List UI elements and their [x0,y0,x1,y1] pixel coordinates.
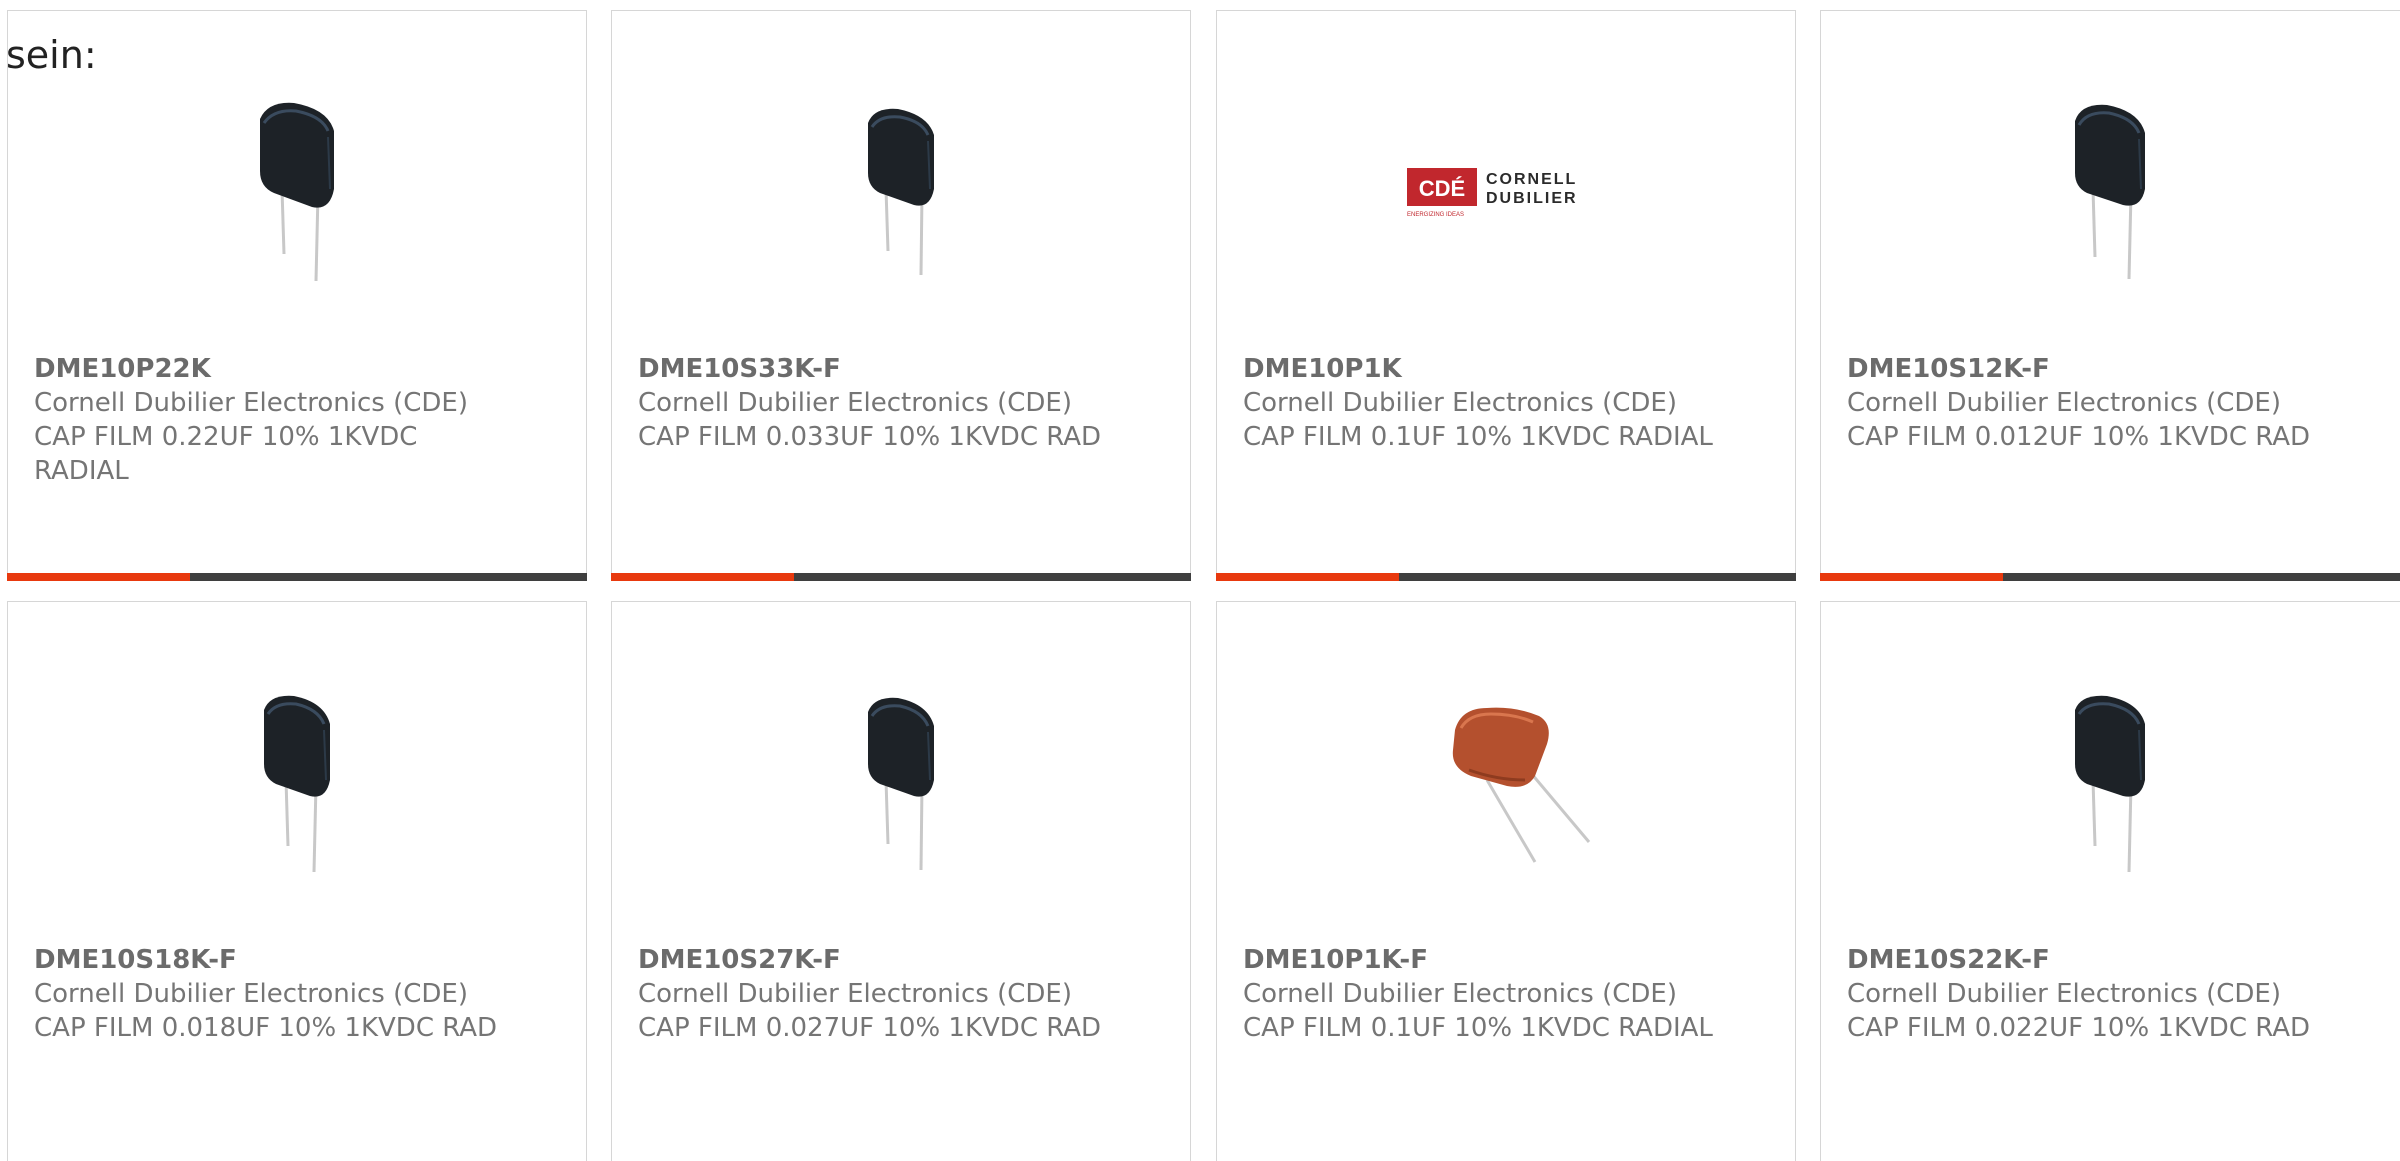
product-info: DME10P1K-F Cornell Dubilier Electronics … [1243,943,1713,1045]
card-footer-bar [1820,573,2400,581]
manufacturer-name: Cornell Dubilier Electronics (CDE) [1847,388,2281,418]
product-description: CAP FILM 0.1UF 10% 1KVDC RADIAL [1243,422,1713,452]
product-card[interactable]: DME10P22K Cornell Dubilier Electronics (… [7,10,587,581]
part-number-link[interactable]: DME10S18K-F [34,943,504,977]
card-accent-bar [611,573,794,581]
card-accent-bar [1820,573,2003,581]
product-info: DME10S27K-F Cornell Dubilier Electronics… [638,943,1108,1045]
manufacturer-name: Cornell Dubilier Electronics (CDE) [1847,979,2281,1009]
product-grid-page: sein: DME10P22K Cornell Dubilier Electro… [0,0,2400,1161]
black-film-capacitor-icon[interactable] [799,677,1005,883]
card-footer-bar [611,573,1191,581]
part-number-link[interactable]: DME10S22K-F [1847,943,2317,977]
black-film-capacitor-icon[interactable] [2008,86,2214,292]
product-description: CAP FILM 0.022UF 10% 1KVDC RAD [1847,1013,2311,1043]
manufacturer-name: Cornell Dubilier Electronics (CDE) [638,979,1072,1009]
card-footer-bar [1216,573,1796,581]
product-card[interactable]: CDÉ ENERGIZING IDEAS CORNELL DUBILIER DM… [1216,10,1796,581]
orange-film-capacitor-icon[interactable] [1404,677,1610,883]
part-number-link[interactable]: DME10S33K-F [638,352,1108,386]
product-description: CAP FILM 0.22UF 10% 1KVDC RADIAL [34,422,418,486]
product-card[interactable]: DME10S22K-F Cornell Dubilier Electronics… [1820,601,2400,1161]
product-info: DME10S33K-F Cornell Dubilier Electronics… [638,352,1108,454]
card-footer-bar [7,573,587,581]
logo-tagline: ENERGIZING IDEAS [1407,212,1464,218]
black-film-capacitor-icon[interactable] [195,677,401,883]
part-number-link[interactable]: DME10P22K [34,352,504,386]
product-info: DME10P1K Cornell Dubilier Electronics (C… [1243,352,1713,454]
logo-word-2: DUBILIER [1486,190,1578,207]
cde-logo-icon[interactable]: CDÉ ENERGIZING IDEAS CORNELL DUBILIER [1404,86,1610,292]
product-info: DME10P22K Cornell Dubilier Electronics (… [34,352,504,488]
manufacturer-name: Cornell Dubilier Electronics (CDE) [34,979,468,1009]
product-card[interactable]: DME10S18K-F Cornell Dubilier Electronics… [7,601,587,1161]
card-accent-bar [7,573,190,581]
product-card[interactable]: DME10S12K-F Cornell Dubilier Electronics… [1820,10,2400,581]
card-accent-bar [1216,573,1399,581]
product-description: CAP FILM 0.027UF 10% 1KVDC RAD [638,1013,1102,1043]
product-info: DME10S22K-F Cornell Dubilier Electronics… [1847,943,2317,1045]
product-card[interactable]: DME10S27K-F Cornell Dubilier Electronics… [611,601,1191,1161]
manufacturer-name: Cornell Dubilier Electronics (CDE) [1243,979,1677,1009]
logo-word-1: CORNELL [1486,171,1577,188]
product-info: DME10S18K-F Cornell Dubilier Electronics… [34,943,504,1045]
product-info: DME10S12K-F Cornell Dubilier Electronics… [1847,352,2317,454]
manufacturer-name: Cornell Dubilier Electronics (CDE) [34,388,468,418]
product-description: CAP FILM 0.012UF 10% 1KVDC RAD [1847,422,2311,452]
black-film-capacitor-icon[interactable] [195,86,401,292]
part-number-link[interactable]: DME10S12K-F [1847,352,2317,386]
part-number-link[interactable]: DME10S27K-F [638,943,1108,977]
product-description: CAP FILM 0.018UF 10% 1KVDC RAD [34,1013,498,1043]
part-number-link[interactable]: DME10P1K-F [1243,943,1713,977]
logo-letters: CDÉ [1419,176,1465,201]
manufacturer-name: Cornell Dubilier Electronics (CDE) [638,388,1072,418]
intro-text: sein: [6,33,97,77]
product-card[interactable]: DME10S33K-F Cornell Dubilier Electronics… [611,10,1191,581]
manufacturer-name: Cornell Dubilier Electronics (CDE) [1243,388,1677,418]
product-description: CAP FILM 0.033UF 10% 1KVDC RAD [638,422,1102,452]
product-description: CAP FILM 0.1UF 10% 1KVDC RADIAL [1243,1013,1713,1043]
black-film-capacitor-icon[interactable] [799,86,1005,292]
product-card[interactable]: DME10P1K-F Cornell Dubilier Electronics … [1216,601,1796,1161]
black-film-capacitor-icon[interactable] [2008,677,2214,883]
part-number-link[interactable]: DME10P1K [1243,352,1713,386]
